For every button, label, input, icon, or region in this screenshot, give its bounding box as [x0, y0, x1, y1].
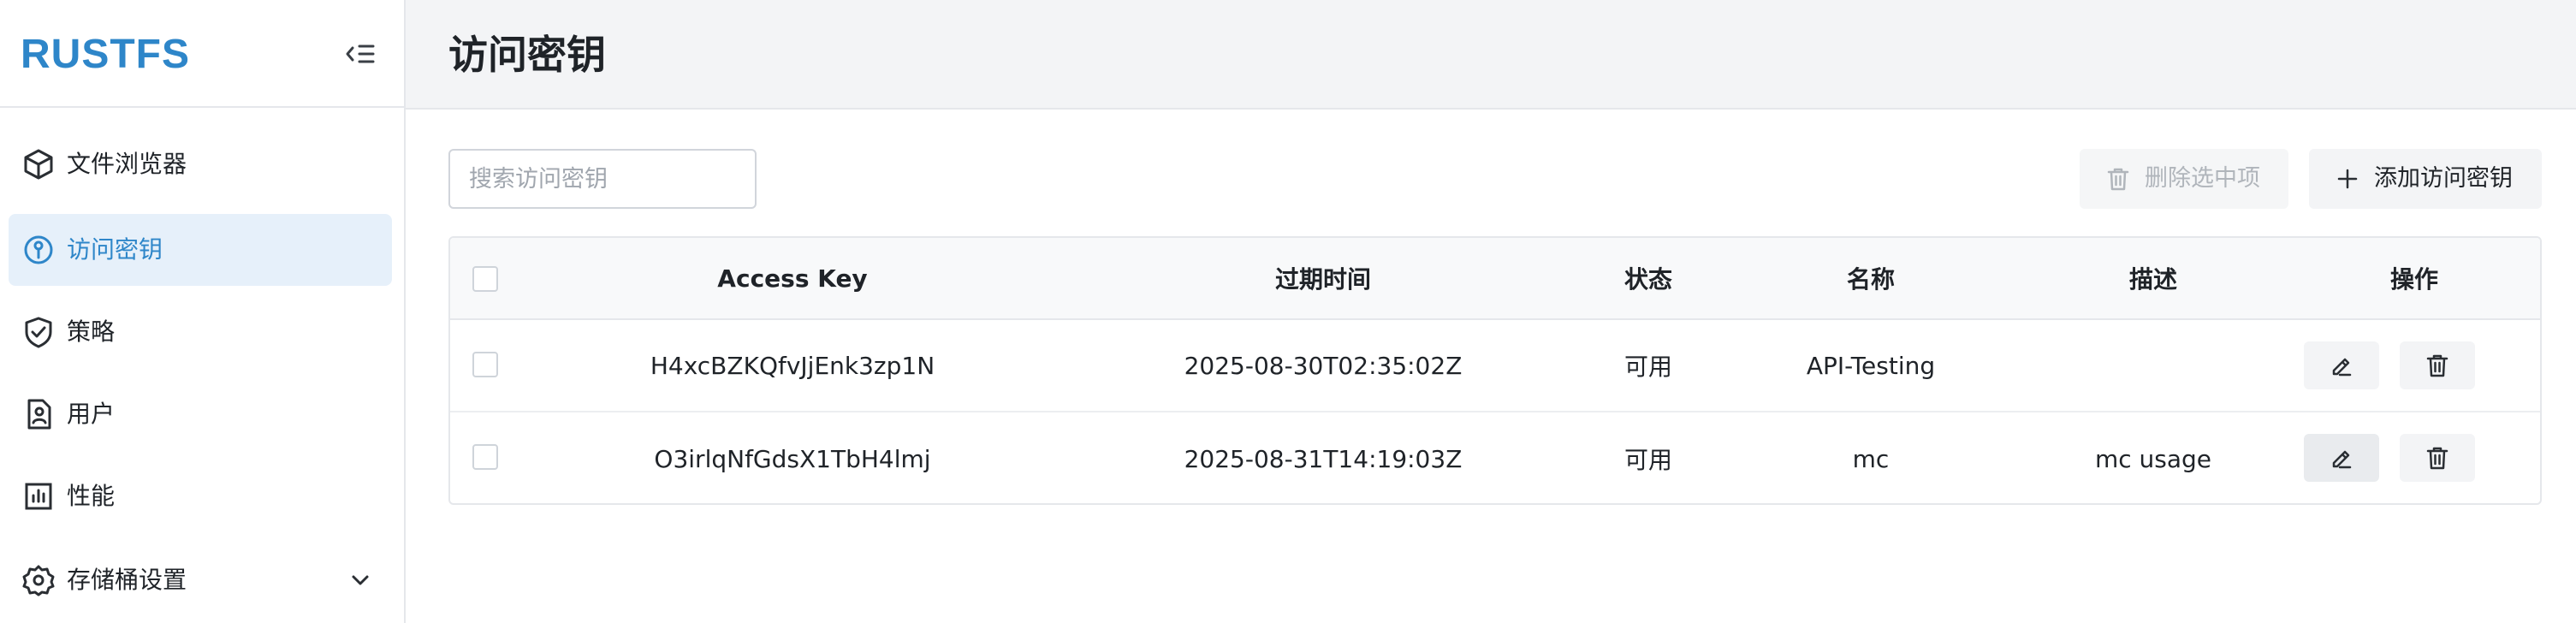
trash-icon	[2426, 354, 2448, 377]
edit-button[interactable]	[2304, 434, 2379, 482]
bar-chart-icon	[21, 478, 56, 514]
shield-check-icon	[21, 314, 56, 350]
access-keys-table: Access Key 过期时间 状态 名称 描述 操作 H4xcBZKQfvJj…	[448, 236, 2542, 505]
sidebar-item-policies[interactable]: 策略	[9, 296, 392, 368]
delete-button[interactable]	[2400, 434, 2475, 482]
pencil-icon	[2332, 450, 2352, 469]
logo: RUSTFS	[21, 32, 190, 77]
table-row[interactable]: H4xcBZKQfvJjEnk3zp1N 2025-08-30T02:35:02…	[450, 320, 2540, 412]
sidebar-item-label: 用户	[67, 400, 116, 428]
table-row[interactable]: O3irlqNfGdsX1TbH4lmj 2025-08-31T14:19:03…	[450, 412, 2540, 503]
row-checkbox[interactable]	[472, 352, 498, 377]
cell-access-key: H4xcBZKQfvJjEnk3zp1N	[650, 351, 935, 380]
sidebar-item-performance[interactable]: 性能	[9, 460, 392, 532]
column-header-name[interactable]: 名称	[1742, 238, 1999, 318]
column-header-description[interactable]: 描述	[2025, 238, 2282, 318]
delete-selected-label: 删除选中项	[2145, 165, 2260, 192]
row-checkbox[interactable]	[472, 444, 498, 470]
cell-description: mc usage	[2094, 444, 2212, 473]
add-access-key-label: 添加访问密钥	[2374, 165, 2513, 192]
add-access-key-button[interactable]: 添加访问密钥	[2309, 149, 2542, 209]
page-title: 访问密钥	[448, 32, 606, 78]
cell-status: 可用	[1623, 353, 1672, 381]
delete-selected-button[interactable]: 删除选中项	[2080, 149, 2288, 209]
sidebar-item-label: 文件浏览器	[67, 150, 187, 178]
collapse-sidebar-icon[interactable]	[342, 38, 378, 70]
cell-name: API-Testing	[1806, 351, 1936, 380]
sidebar-item-label: 存储桶设置	[67, 566, 187, 594]
select-all-checkbox[interactable]	[472, 266, 498, 292]
main-content: 访问密钥 删除选中项 添加访问密钥	[406, 0, 2576, 623]
trash-icon	[2426, 447, 2448, 470]
user-badge-icon	[21, 396, 56, 432]
cell-access-key: O3irlqNfGdsX1TbH4lmj	[654, 444, 931, 473]
cell-expiry: 2025-08-31T14:19:03Z	[1184, 444, 1463, 473]
sidebar-item-file-browser[interactable]: 文件浏览器	[9, 128, 392, 200]
key-circle-icon	[21, 232, 56, 268]
page-header: 访问密钥	[406, 0, 2576, 110]
sidebar-item-label: 策略	[67, 317, 116, 346]
sidebar-item-label: 访问密钥	[67, 235, 163, 264]
cell-name: mc	[1852, 444, 1890, 473]
sidebar: RUSTFS 文件浏览器 访问密钥 策略 用户 性能 存储桶设置	[0, 0, 406, 623]
search-input[interactable]	[448, 149, 757, 209]
chevron-down-icon[interactable]	[347, 567, 373, 593]
cell-expiry: 2025-08-30T02:35:02Z	[1184, 351, 1463, 380]
cell-status: 可用	[1623, 446, 1672, 474]
app-window: RUSTFS 文件浏览器 访问密钥 策略 用户 性能 存储桶设置 访问密钥 搜索…	[0, 0, 2576, 623]
column-header-access-key[interactable]: Access Key	[536, 238, 1049, 318]
cube-icon	[21, 146, 56, 182]
plus-icon	[2335, 166, 2360, 192]
trash-icon	[2105, 166, 2131, 192]
column-header-actions: 操作	[2389, 265, 2438, 294]
delete-button[interactable]	[2400, 341, 2475, 389]
sidebar-header: RUSTFS	[0, 0, 404, 108]
gear-icon	[21, 562, 56, 598]
cell-description	[2025, 320, 2282, 411]
sidebar-item-access-keys[interactable]: 访问密钥	[9, 214, 392, 286]
column-header-expiry[interactable]: 过期时间	[1083, 238, 1563, 318]
pencil-icon	[2332, 358, 2352, 377]
sidebar-item-label: 性能	[67, 482, 116, 510]
sidebar-item-bucket-settings[interactable]: 存储桶设置	[9, 544, 392, 616]
table-header: Access Key 过期时间 状态 名称 描述 操作	[450, 238, 2540, 320]
sidebar-item-users[interactable]: 用户	[9, 378, 392, 450]
edit-button[interactable]	[2304, 341, 2379, 389]
column-header-status[interactable]: 状态	[1588, 238, 1708, 318]
